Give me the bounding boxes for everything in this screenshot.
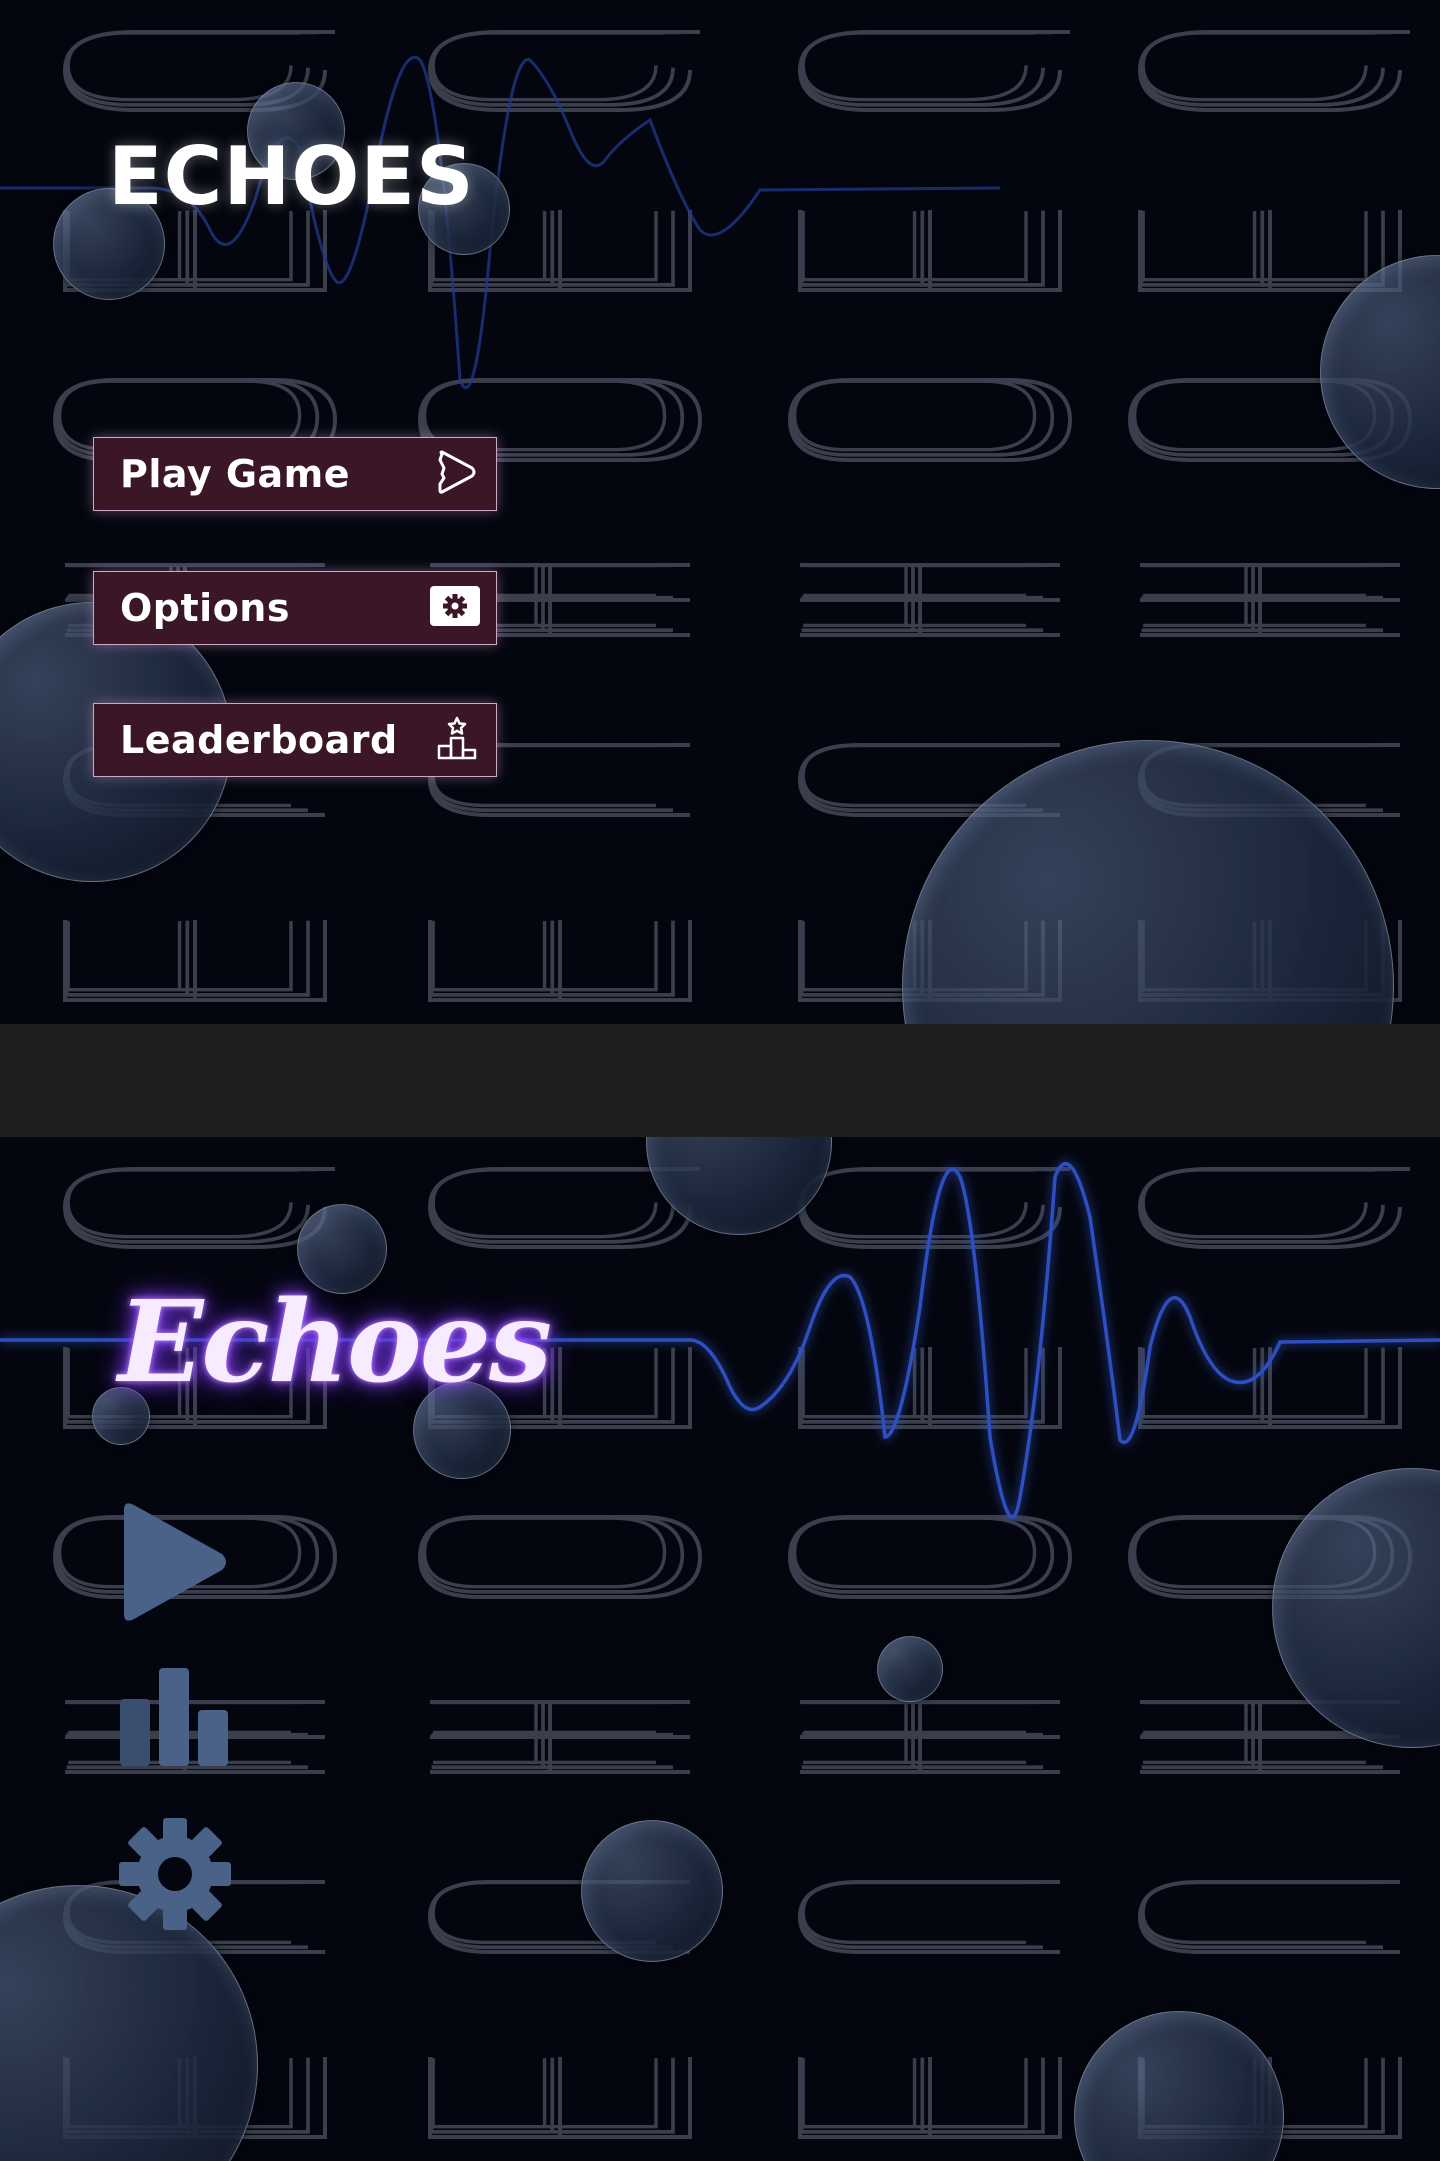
play-game-label: Play Game (120, 452, 351, 496)
play-outline-icon (432, 448, 480, 500)
bar-chart-icon (120, 1668, 228, 1766)
glass-bubble (581, 1820, 723, 1962)
game-title: ECHOES (108, 130, 475, 223)
panel-divider (0, 1024, 1440, 1137)
options-label: Options (120, 586, 290, 630)
main-menu-variant-b: Echoes (0, 1137, 1440, 2161)
leaderboard-button[interactable] (118, 1666, 232, 1772)
options-button[interactable]: Options (93, 571, 497, 645)
play-game-button[interactable]: Play Game (93, 437, 497, 511)
glass-bubble (877, 1636, 943, 1702)
podium-icon (434, 715, 480, 765)
play-button[interactable] (118, 1500, 230, 1628)
main-menu-variant-a: ECHOES Play Game Options Leaderboard (0, 0, 1440, 1024)
leaderboard-button[interactable]: Leaderboard (93, 703, 497, 777)
gear-icon (119, 1818, 231, 1930)
gear-icon (430, 586, 480, 630)
game-title-neon: Echoes (118, 1277, 552, 1408)
play-icon (124, 1503, 226, 1621)
settings-button[interactable] (118, 1817, 232, 1935)
leaderboard-label: Leaderboard (120, 718, 398, 762)
